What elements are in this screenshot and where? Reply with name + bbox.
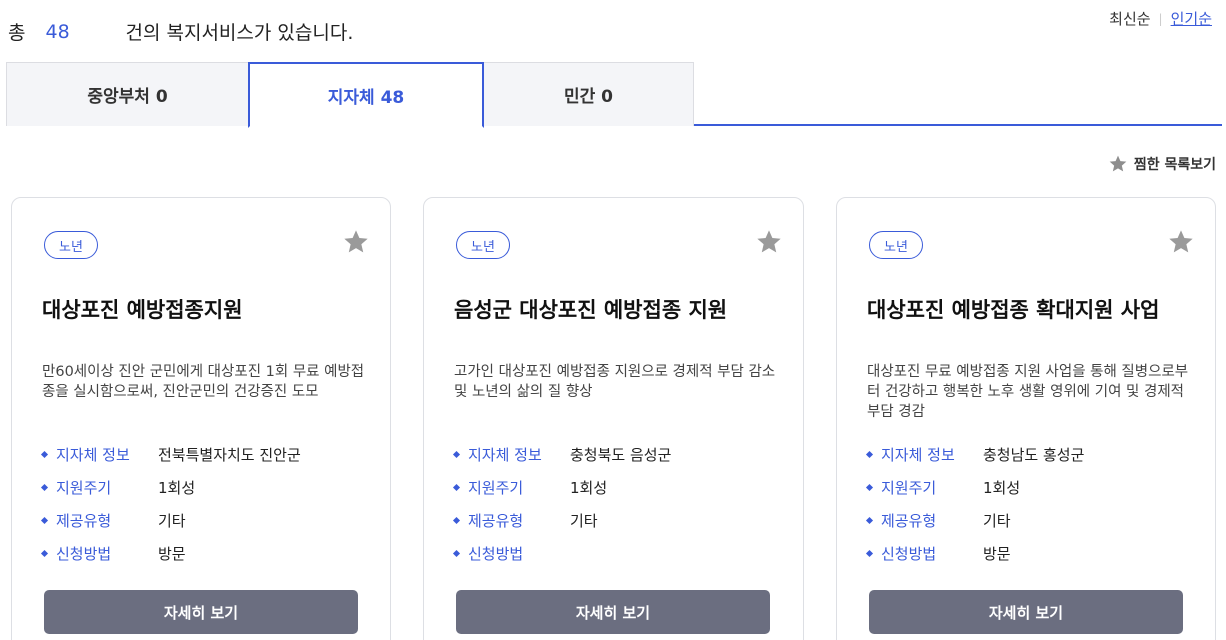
info-label: 지자체 정보: [881, 446, 955, 464]
category-tabs: 중앙부처 0 민간 0 지자체 48: [6, 62, 1222, 128]
info-value: 1회성: [570, 479, 608, 497]
sort-options: 최신순 | 인기순: [1109, 8, 1212, 29]
info-label: 신청방법: [881, 545, 937, 563]
info-region: 지자체 정보 충청남도 홍성군: [865, 438, 1085, 471]
bullet-icon: [452, 483, 461, 492]
info-label: 지원주기: [56, 479, 112, 497]
info-method: 신청방법 방문: [40, 537, 301, 570]
card-info-list: 지자체 정보 충청남도 홍성군 지원주기 1회성 제공유형 기타 신청방법 방문: [865, 438, 1085, 570]
info-method: 신청방법 방문: [865, 537, 1084, 570]
info-value: 1회성: [158, 479, 196, 497]
bullet-icon: [40, 483, 49, 492]
info-cycle: 지원주기 1회성: [452, 471, 671, 504]
view-detail-button[interactable]: 자세히 보기: [456, 590, 770, 634]
info-region: 지자체 정보 전북특별자치도 진안군: [40, 438, 301, 471]
bullet-icon: [865, 483, 874, 492]
info-cycle: 지원주기 1회성: [40, 471, 301, 504]
sort-divider: |: [1158, 11, 1163, 26]
tab-central-ministry[interactable]: 중앙부처 0: [6, 62, 249, 126]
info-label: 지자체 정보: [468, 446, 542, 464]
bullet-icon: [452, 450, 461, 459]
favorites-list-link[interactable]: 찜한 목록보기: [1108, 154, 1216, 174]
info-label: 신청방법: [468, 545, 524, 563]
info-value: 기타: [570, 512, 598, 530]
service-card: 노년 대상포진 예방접종 확대지원 사업 대상포진 무료 예방접종 지원 사업을…: [836, 197, 1216, 640]
tab-local-government[interactable]: 지자체 48: [248, 62, 484, 128]
info-type: 제공유형 기타: [452, 504, 671, 537]
info-value: 기타: [158, 512, 186, 530]
info-method: 신청방법: [452, 537, 671, 570]
tab-private[interactable]: 민간 0: [483, 62, 694, 126]
age-badge: 노년: [869, 231, 923, 259]
info-label: 지자체 정보: [56, 446, 130, 464]
info-cycle: 지원주기 1회성: [865, 471, 1084, 504]
info-label: 제공유형: [468, 512, 524, 530]
sort-latest-link[interactable]: 최신순: [1109, 8, 1150, 29]
card-description: 만60세이상 진안 군민에게 대상포진 1회 무료 예방접종을 실시함으로써, …: [42, 364, 365, 400]
bullet-icon: [40, 450, 49, 459]
info-label: 제공유형: [881, 512, 937, 530]
favorites-list-label: 찜한 목록보기: [1133, 157, 1216, 173]
bullet-icon: [452, 549, 461, 558]
age-badge: 노년: [44, 231, 98, 259]
info-type: 제공유형 기타: [40, 504, 301, 537]
service-card: 노년 음성군 대상포진 예방접종 지원 고가인 대상포진 예방접종 지원으로 경…: [423, 197, 804, 640]
card-title: 대상포진 예방접종지원: [42, 298, 243, 322]
card-info-list: 지자체 정보 전북특별자치도 진안군 지원주기 1회성 제공유형 기타 신청방법 방문: [40, 438, 301, 570]
info-value: 전북특별자치도 진안군: [158, 446, 301, 464]
summary-prefix: 총: [8, 22, 26, 44]
bullet-icon: [452, 516, 461, 525]
info-label: 신청방법: [56, 545, 112, 563]
favorite-star-icon[interactable]: [1167, 228, 1195, 256]
card-info-list: 지자체 정보 충청북도 음성군 지원주기 1회성 제공유형 기타 신청방법: [452, 438, 672, 570]
card-description: 고가인 대상포진 예방접종 지원으로 경제적 부담 감소 및 노년의 삶의 질 …: [454, 364, 776, 400]
info-type: 제공유형 기타: [865, 504, 1084, 537]
age-badge: 노년: [456, 231, 510, 259]
info-label: 제공유형: [56, 512, 112, 530]
bullet-icon: [40, 516, 49, 525]
summary-suffix: 건의 복지서비스가 있습니다.: [125, 22, 354, 44]
bullet-icon: [865, 549, 874, 558]
card-title: 대상포진 예방접종 확대지원 사업: [867, 298, 1160, 322]
favorite-star-icon[interactable]: [342, 228, 370, 256]
info-label: 지원주기: [881, 479, 937, 497]
view-detail-button[interactable]: 자세히 보기: [44, 590, 358, 634]
info-value: 방문: [158, 545, 186, 563]
info-value: 방문: [983, 545, 1011, 563]
bullet-icon: [865, 516, 874, 525]
card-title: 음성군 대상포진 예방접종 지원: [454, 298, 728, 322]
info-value: 1회성: [983, 479, 1021, 497]
bullet-icon: [40, 549, 49, 558]
star-icon: [1109, 155, 1127, 172]
info-value: 기타: [983, 512, 1011, 530]
view-detail-button[interactable]: 자세히 보기: [869, 590, 1183, 634]
result-summary: 총 48 건의 복지서비스가 있습니다.: [8, 18, 353, 45]
card-description: 대상포진 무료 예방접종 지원 사업을 통해 질병으로부터 건강하고 행복한 노…: [867, 364, 1189, 420]
service-card: 노년 대상포진 예방접종지원 만60세이상 진안 군민에게 대상포진 1회 무료…: [11, 197, 391, 640]
favorite-star-icon[interactable]: [755, 228, 783, 256]
info-value: 충청남도 홍성군: [983, 446, 1085, 464]
sort-popular-link[interactable]: 인기순: [1171, 8, 1212, 29]
info-label: 지원주기: [468, 479, 524, 497]
info-value: 충청북도 음성군: [570, 446, 672, 464]
result-count: 48: [45, 20, 70, 43]
bullet-icon: [865, 450, 874, 459]
info-region: 지자체 정보 충청북도 음성군: [452, 438, 672, 471]
